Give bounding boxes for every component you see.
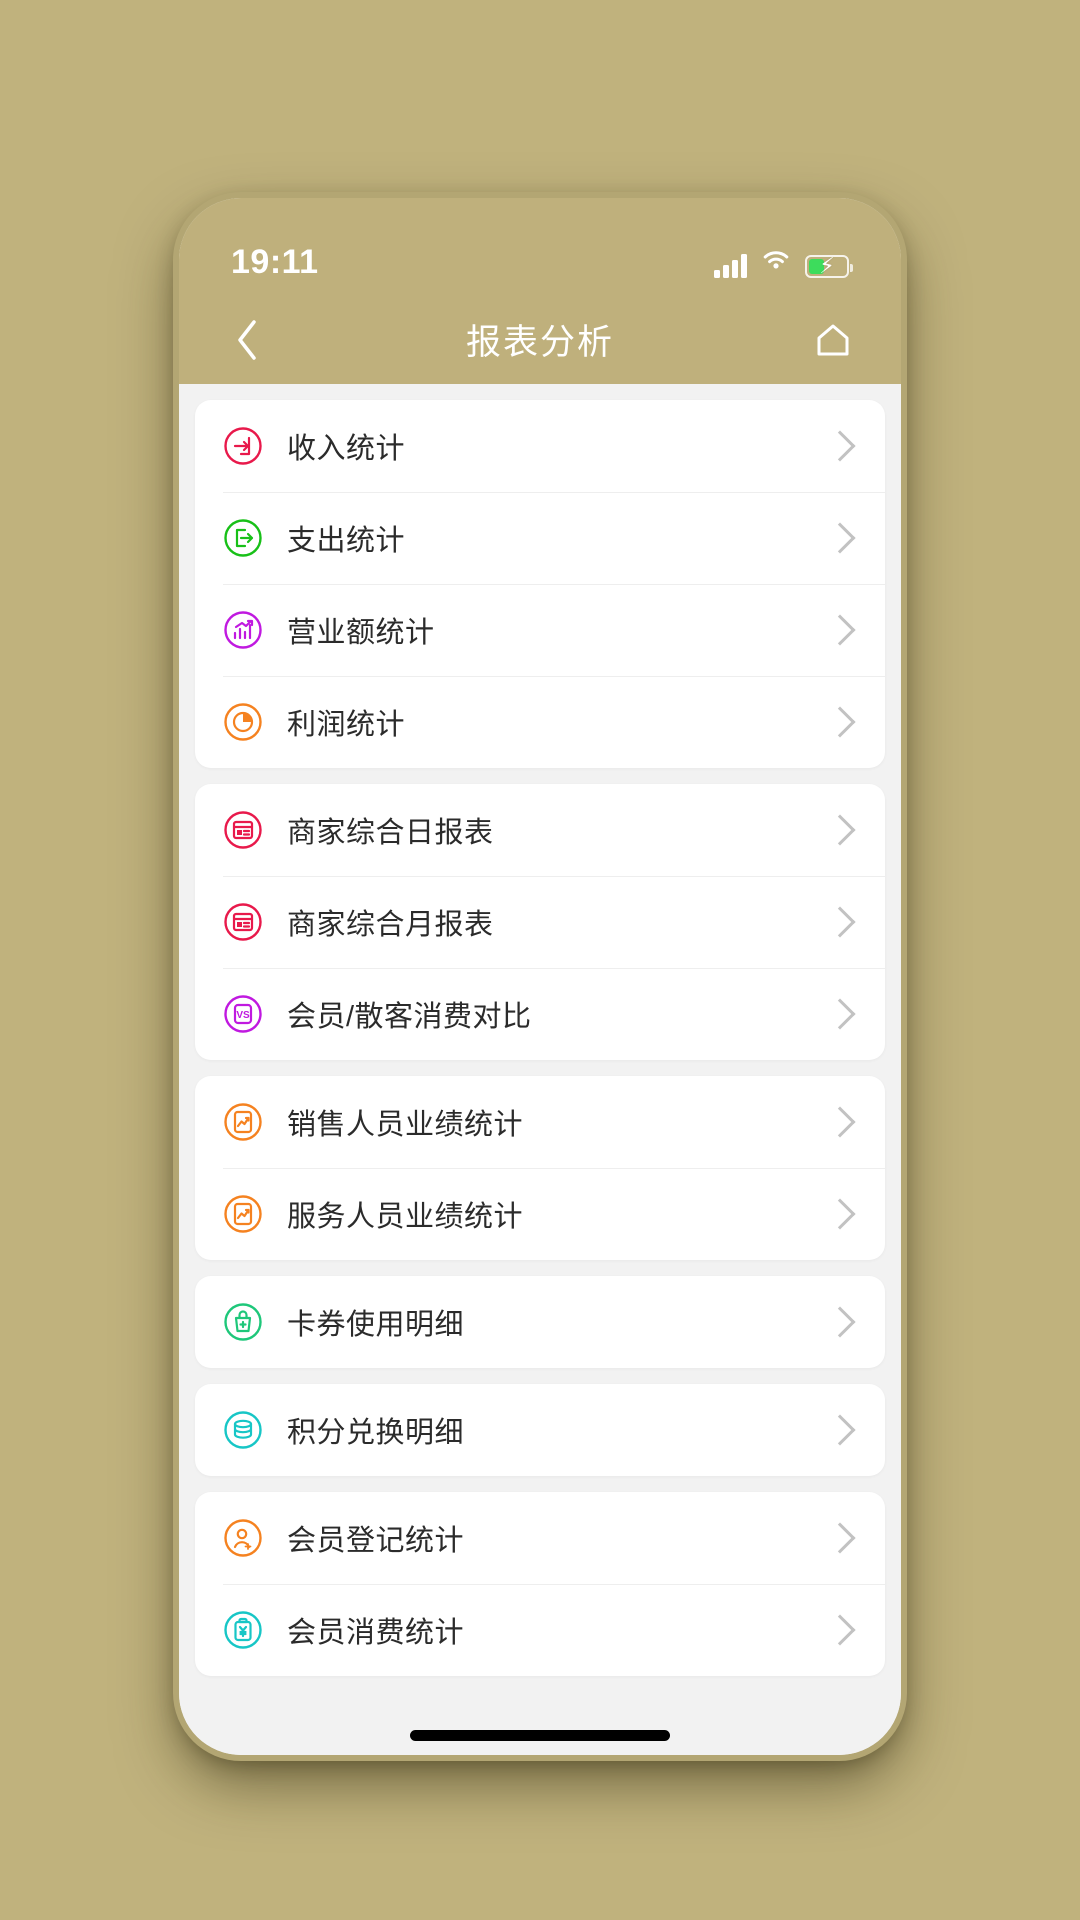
svg-text:VS: VS xyxy=(236,1010,250,1021)
page-title: 报表分析 xyxy=(465,323,614,362)
report-card-group: 会员登记统计 会员消费统计 xyxy=(195,1491,885,1676)
signal-bars-icon xyxy=(714,253,747,278)
report-list-item-label: 会员/散客消费对比 xyxy=(287,1000,532,1033)
report-list-item-label: 销售人员业绩统计 xyxy=(287,1108,524,1141)
report-list-item[interactable]: 会员登记统计 xyxy=(195,1492,885,1584)
daily-report-icon xyxy=(223,810,263,850)
chevron-right-icon xyxy=(824,705,856,738)
report-card-group: 积分兑换明细 xyxy=(195,1383,885,1476)
report-list-item[interactable]: 营业额统计 xyxy=(195,583,885,676)
report-list-item-label: 服务人员业绩统计 xyxy=(287,1200,524,1233)
report-card-group: 卡券使用明细 xyxy=(195,1275,885,1368)
report-list-item[interactable]: 会员消费统计 xyxy=(195,1583,885,1676)
chevron-right-icon xyxy=(824,521,856,554)
report-list-item[interactable]: 商家综合月报表 xyxy=(195,875,885,968)
report-list-item[interactable]: 卡券使用明细 xyxy=(195,1276,885,1368)
report-card-group: 商家综合日报表 商家综合月报表 VS 会员/散客消费对比 xyxy=(195,783,885,1060)
home-indicator-bar xyxy=(410,1729,670,1741)
wifi-icon xyxy=(761,249,791,278)
coupon-gift-icon xyxy=(223,1302,263,1342)
report-list-item-label: 积分兑换明细 xyxy=(287,1416,465,1449)
report-list-item[interactable]: 利润统计 xyxy=(195,675,885,768)
service-performance-icon xyxy=(223,1194,263,1234)
report-list-item-label: 营业额统计 xyxy=(287,616,435,649)
report-list-item-label: 支出统计 xyxy=(287,524,406,557)
report-list-item-label: 商家综合月报表 xyxy=(287,908,494,941)
bar-chart-growth-icon xyxy=(223,610,263,650)
home-button[interactable] xyxy=(805,312,861,368)
report-list-item[interactable]: 服务人员业绩统计 xyxy=(195,1167,885,1260)
versus-compare-icon: VS xyxy=(223,994,263,1034)
chevron-right-icon xyxy=(824,905,856,938)
report-card-group: 收入统计 支出统计 营业额统计 利润统计 xyxy=(195,399,885,768)
report-list-item-label: 收入统计 xyxy=(287,432,406,465)
back-button[interactable] xyxy=(219,312,275,368)
report-list-item-label: 卡券使用明细 xyxy=(287,1308,465,1341)
chevron-right-icon xyxy=(824,1613,856,1646)
chevron-right-icon xyxy=(824,813,856,846)
member-consumption-icon xyxy=(223,1610,263,1650)
report-list-item-label: 会员消费统计 xyxy=(287,1616,465,1649)
report-list-item[interactable]: 收入统计 xyxy=(195,400,885,492)
chevron-right-icon xyxy=(824,997,856,1030)
report-list-item[interactable]: 销售人员业绩统计 xyxy=(195,1076,885,1168)
battery-charging-icon: ⚡ xyxy=(805,254,853,278)
report-list-item-label: 会员登记统计 xyxy=(287,1524,465,1557)
chevron-right-icon xyxy=(824,613,856,646)
sales-performance-icon xyxy=(223,1102,263,1142)
report-card-group: 销售人员业绩统计 服务人员业绩统计 xyxy=(195,1075,885,1260)
report-list-scroll[interactable]: 收入统计 支出统计 营业额统计 利润统计 商家综合日报表 商家综合月报表 VS … xyxy=(179,383,901,1755)
chevron-right-icon xyxy=(824,1413,856,1446)
phone-frame: 19:11 ⚡ 报表分析 收入统计 支出统计 营业额统计 利润统计 商家综合日报… xyxy=(179,197,901,1755)
report-list-item[interactable]: 支出统计 xyxy=(195,491,885,584)
pie-chart-icon xyxy=(223,702,263,742)
chevron-right-icon xyxy=(824,1197,856,1230)
expense-arrow-out-icon xyxy=(223,518,263,558)
status-bar: 19:11 ⚡ xyxy=(179,197,901,296)
nav-bar: 报表分析 xyxy=(179,295,901,384)
report-list-item[interactable]: 积分兑换明细 xyxy=(195,1384,885,1476)
status-bar-icons: ⚡ xyxy=(714,249,853,282)
report-list-item[interactable]: VS 会员/散客消费对比 xyxy=(195,967,885,1060)
report-list-item[interactable]: 商家综合日报表 xyxy=(195,784,885,876)
monthly-report-icon xyxy=(223,902,263,942)
report-list-item-label: 利润统计 xyxy=(287,708,406,741)
chevron-right-icon xyxy=(824,1105,856,1138)
chevron-right-icon xyxy=(824,1521,856,1554)
report-list-item-label: 商家综合日报表 xyxy=(287,816,494,849)
income-arrow-in-icon xyxy=(223,426,263,466)
member-register-icon xyxy=(223,1518,263,1558)
status-bar-time: 19:11 xyxy=(231,242,319,281)
chevron-right-icon xyxy=(824,1305,856,1338)
chevron-right-icon xyxy=(824,429,856,462)
points-coins-icon xyxy=(223,1410,263,1450)
